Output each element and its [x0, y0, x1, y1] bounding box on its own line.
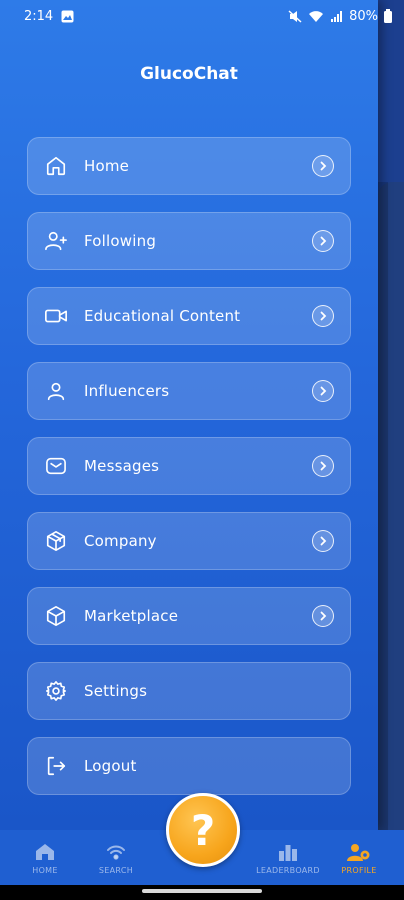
nav-item-search[interactable]: SEARCH: [81, 843, 151, 875]
bar-chart-icon: [277, 843, 299, 863]
nav-item-leaderboard[interactable]: LEADERBOARD: [253, 843, 323, 875]
status-bar: 2:14 80%: [0, 0, 404, 32]
background-card: [378, 182, 404, 830]
chevron-right-icon: [312, 305, 334, 327]
menu-item-label: Logout: [84, 757, 137, 775]
menu-item-following[interactable]: Following: [27, 212, 351, 270]
menu-item-settings[interactable]: Settings: [27, 662, 351, 720]
mute-icon: [288, 9, 302, 23]
signal-icon: [330, 10, 343, 23]
nav-label: SEARCH: [98, 866, 134, 875]
menu-item-label: Company: [84, 532, 157, 550]
question-mark-icon: ?: [190, 805, 216, 855]
gesture-handle[interactable]: [142, 889, 262, 893]
user-plus-icon: [44, 229, 68, 253]
wifi-icon: [308, 10, 324, 23]
menu-item-marketplace[interactable]: Marketplace: [27, 587, 351, 645]
status-right: 80%: [288, 9, 392, 24]
menu-item-company[interactable]: Company: [27, 512, 351, 570]
home-icon: [44, 154, 68, 178]
status-left: 2:14: [24, 9, 74, 24]
menu-item-label: Marketplace: [84, 607, 179, 625]
chevron-right-icon: [312, 455, 334, 477]
mail-icon: [44, 454, 68, 478]
nav-label: LEADERBOARD: [256, 866, 320, 875]
menu-item-messages[interactable]: Messages: [27, 437, 351, 495]
help-fab-button[interactable]: ?: [166, 793, 240, 867]
cube-icon: [44, 604, 68, 628]
battery-text: 80%: [349, 8, 378, 24]
drawer-title: GlucoChat: [140, 64, 238, 84]
menu-item-logout[interactable]: Logout: [27, 737, 351, 795]
nav-label: HOME: [32, 866, 58, 875]
menu-item-label: Settings: [84, 682, 148, 700]
menu-item-influencers[interactable]: Influencers: [27, 362, 351, 420]
menu-item-label: Home: [84, 157, 130, 175]
chevron-right-icon: [312, 380, 334, 402]
user-icon: [44, 379, 68, 403]
chevron-right-icon: [312, 605, 334, 627]
status-time: 2:14: [24, 8, 54, 24]
gallery-icon: [61, 10, 74, 23]
background-app: [378, 0, 404, 830]
menu-item-label: Following: [84, 232, 157, 250]
menu-item-educational-content[interactable]: Educational Content: [27, 287, 351, 345]
chevron-right-icon: [312, 155, 334, 177]
battery-icon: [384, 9, 392, 23]
drawer-menu: Home Following Educational Content Influ…: [27, 137, 351, 812]
menu-item-label: Messages: [84, 457, 160, 475]
video-icon: [44, 304, 68, 328]
chevron-right-icon: [312, 230, 334, 252]
menu-item-label: Educational Content: [84, 307, 241, 325]
box-icon: [44, 529, 68, 553]
chevron-right-icon: [312, 530, 334, 552]
nav-label: PROFILE: [341, 866, 377, 875]
profile-gear-icon: [347, 843, 371, 863]
menu-item-label: Influencers: [84, 382, 170, 400]
nav-item-profile[interactable]: PROFILE: [324, 843, 394, 875]
home-icon: [35, 843, 55, 863]
screen: 2:14 80% GlucoChat Home Following Educat…: [0, 0, 404, 900]
wifi-search-icon: [106, 843, 126, 863]
gear-icon: [44, 679, 68, 703]
nav-item-home[interactable]: HOME: [10, 843, 80, 875]
logout-icon: [44, 754, 68, 778]
navigation-drawer: GlucoChat Home Following Educational Con…: [0, 0, 378, 830]
menu-item-home[interactable]: Home: [27, 137, 351, 195]
